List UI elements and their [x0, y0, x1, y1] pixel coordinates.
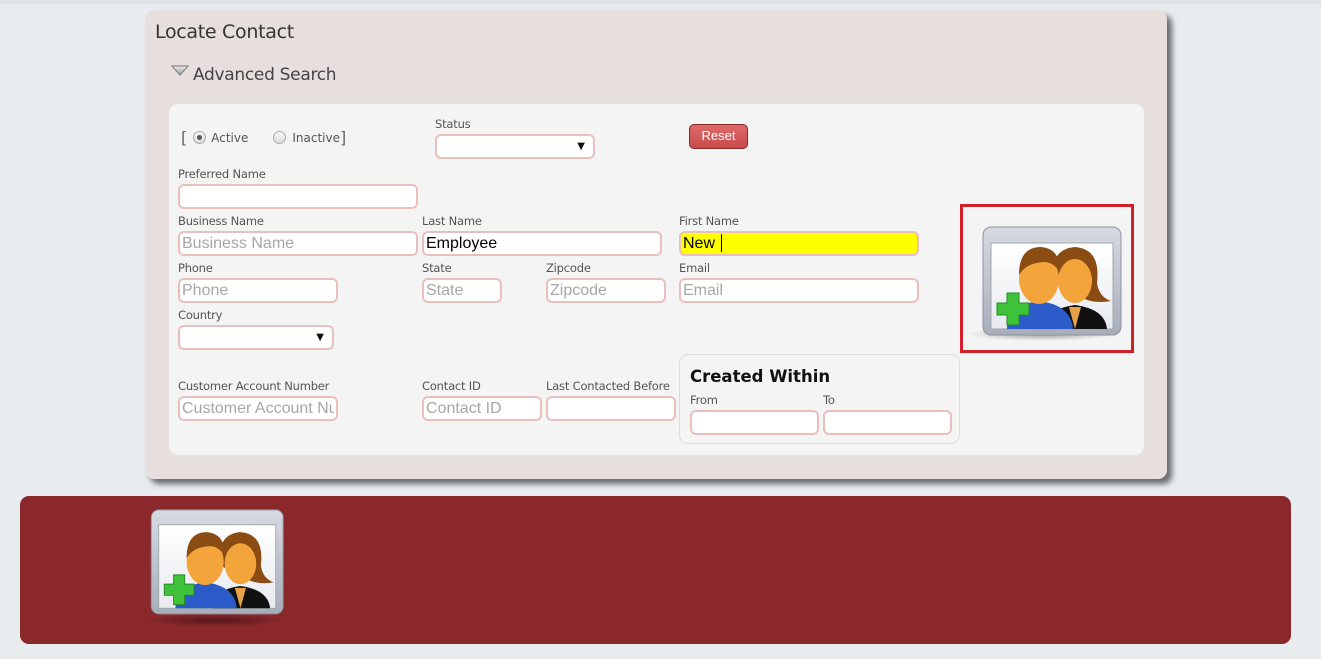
country-select[interactable]: ▼ [178, 325, 334, 350]
to-label: To [823, 393, 835, 407]
last-contacted-before-label: Last Contacted Before [546, 379, 670, 393]
created-within-group: Created Within From To [679, 354, 960, 444]
phone-input[interactable] [178, 278, 338, 303]
contact-id-input[interactable] [422, 396, 542, 421]
radio-active-label: Active [211, 130, 249, 145]
top-border [0, 0, 1321, 4]
customer-account-number-label: Customer Account Number [178, 379, 330, 393]
created-from-input[interactable] [690, 410, 819, 435]
advanced-search-label: Advanced Search [193, 65, 337, 85]
status-label: Status [435, 117, 471, 131]
contact-id-label: Contact ID [422, 379, 481, 393]
locate-contact-panel: Locate Contact Advanced Search [ Active … [145, 10, 1167, 479]
last-name-label: Last Name [422, 214, 482, 228]
open-bracket: [ [181, 128, 188, 147]
customer-account-number-input[interactable] [178, 396, 338, 421]
advanced-search-form: [ Active Inactive ] Status ▼ Reset Prefe… [169, 104, 1144, 455]
zipcode-label: Zipcode [546, 261, 591, 275]
chevron-down-icon: ▼ [577, 141, 585, 152]
business-name-label: Business Name [178, 214, 264, 228]
add-contact-icon [145, 509, 285, 627]
bottom-toolbar [20, 496, 1291, 644]
first-name-label: First Name [679, 214, 739, 228]
radio-inactive[interactable] [273, 131, 287, 144]
phone-label: Phone [178, 261, 213, 275]
first-name-input[interactable] [679, 231, 919, 256]
created-to-input[interactable] [823, 410, 952, 435]
business-name-input[interactable] [178, 231, 418, 256]
status-select[interactable]: ▼ [435, 134, 595, 159]
radio-active[interactable] [193, 131, 207, 144]
preferred-name-input[interactable] [178, 184, 418, 209]
last-name-input[interactable] [422, 231, 662, 256]
preferred-name-label: Preferred Name [178, 167, 266, 181]
state-label: State [422, 261, 452, 275]
chevron-down-icon: ▼ [316, 332, 324, 343]
panel-title: Locate Contact [155, 21, 294, 43]
country-label: Country [178, 308, 223, 322]
state-input[interactable] [422, 278, 502, 303]
last-contacted-before-input[interactable] [546, 396, 676, 421]
reset-button[interactable]: Reset [689, 124, 748, 149]
zipcode-input[interactable] [546, 278, 666, 303]
triangle-down-icon [171, 65, 189, 76]
radio-inactive-label: Inactive [292, 130, 340, 145]
text-cursor [721, 234, 722, 252]
email-input[interactable] [679, 278, 919, 303]
status-radio-group: [ Active Inactive ] [181, 128, 346, 147]
advanced-search-toggle[interactable]: Advanced Search [171, 65, 337, 85]
add-contact-button[interactable] [960, 204, 1134, 353]
email-label: Email [679, 261, 710, 275]
add-contact-icon [967, 226, 1122, 341]
close-bracket: ] [340, 128, 347, 147]
created-within-title: Created Within [690, 367, 831, 386]
add-contact-shortcut[interactable] [145, 508, 295, 642]
from-label: From [690, 393, 718, 407]
